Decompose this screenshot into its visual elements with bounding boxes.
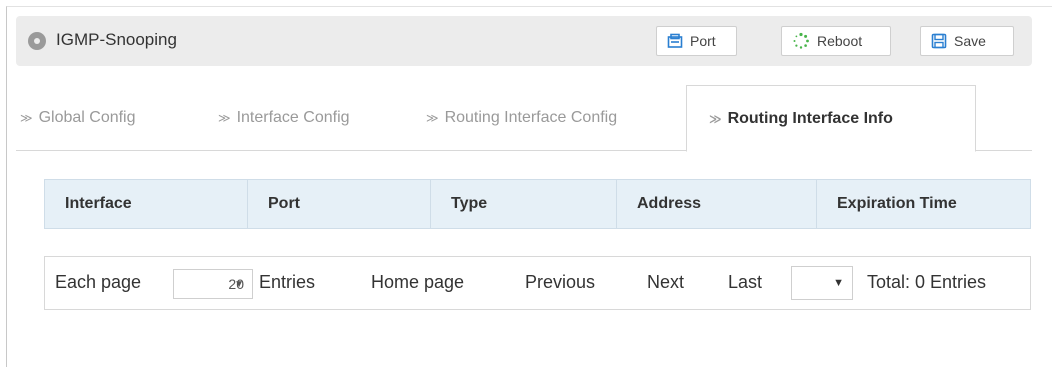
page-header: IGMP-Snooping Port Reboot Save — [16, 16, 1032, 66]
each-page-label: Each page — [55, 272, 142, 292]
chevron-right-icon: ≫ — [218, 111, 231, 125]
chevron-right-icon: ≫ — [20, 111, 33, 125]
next-page-link[interactable]: Next — [647, 272, 684, 293]
chevron-right-icon: ≫ — [426, 111, 439, 125]
tab-label: Interface Config — [236, 109, 350, 126]
tab-bar: ≫ Global Config ≫ Interface Config ≫ Rou… — [16, 85, 1032, 152]
page-jump-select[interactable]: ▼ — [791, 266, 853, 300]
last-page-link[interactable]: Last — [728, 272, 762, 293]
reboot-spinner-icon — [792, 32, 810, 50]
pagination-bar: Each page 20 ▼ Entries Home page Previou… — [44, 256, 1031, 310]
tab-label: Routing Interface Info — [727, 109, 893, 127]
caret-down-icon: ▼ — [234, 278, 244, 290]
floppy-disk-icon — [931, 33, 947, 49]
total-entries-label: Total: 0 Entries — [867, 272, 987, 292]
tab-interface-config[interactable]: ≫ Interface Config — [218, 85, 350, 151]
caret-down-icon: ▼ — [833, 277, 844, 289]
column-header-type[interactable]: Type — [431, 180, 617, 228]
tab-global-config[interactable]: ≫ Global Config — [20, 85, 136, 151]
reboot-button-label: Reboot — [817, 33, 863, 49]
previous-page-link[interactable]: Previous — [525, 272, 595, 293]
port-icon — [667, 33, 683, 49]
entries-label: Entries — [259, 272, 316, 292]
save-button[interactable]: Save — [920, 26, 1014, 56]
reboot-button[interactable]: Reboot — [781, 26, 891, 56]
column-header-interface[interactable]: Interface — [45, 180, 248, 228]
save-button-label: Save — [954, 33, 986, 49]
port-button-label: Port — [690, 33, 716, 49]
page-title: IGMP-Snooping — [56, 30, 177, 49]
column-header-address[interactable]: Address — [617, 180, 817, 228]
page-size-select[interactable]: 20 ▼ — [173, 269, 253, 299]
routing-interface-table: Interface Port Type Address Expiration T… — [44, 179, 1031, 229]
chevron-right-icon: ≫ — [709, 111, 722, 126]
circle-icon — [28, 32, 46, 50]
tab-routing-interface-info[interactable]: ≫ Routing Interface Info — [686, 85, 976, 152]
tab-label: Routing Interface Config — [444, 109, 618, 126]
tab-routing-interface-config[interactable]: ≫ Routing Interface Config — [426, 85, 617, 151]
home-page-link[interactable]: Home page — [371, 272, 464, 293]
column-header-port[interactable]: Port — [248, 180, 431, 228]
column-header-expiration-time[interactable]: Expiration Time — [817, 180, 1030, 228]
port-button[interactable]: Port — [656, 26, 737, 56]
tab-label: Global Config — [38, 109, 136, 126]
